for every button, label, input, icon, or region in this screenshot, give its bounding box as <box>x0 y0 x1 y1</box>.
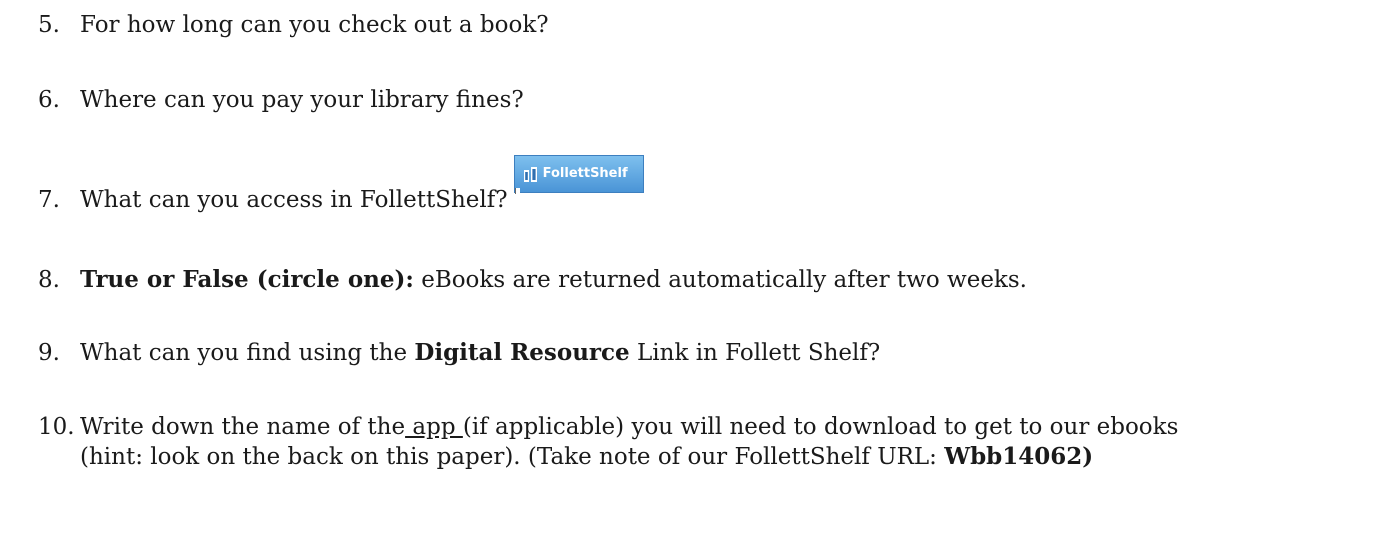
question-text-pre: What can you find using the <box>80 340 415 366</box>
question-number: 10. <box>38 414 75 440</box>
question-text: Where can you pay your library fines? <box>80 87 524 113</box>
question-10: 10. Write down the name of the app (if ap… <box>38 412 1178 472</box>
question-bold-text: True or False (circle one): <box>80 266 414 293</box>
question-9: 9. What can you find using the Digital Re… <box>38 338 880 368</box>
books-icon <box>523 167 537 182</box>
question-8: 8. True or False (circle one): eBooks are… <box>38 265 1027 295</box>
image-edge <box>514 188 520 194</box>
question-line-1: 10. Write down the name of the app (if ap… <box>38 414 1178 440</box>
follettshelf-label: FollettShelf <box>542 166 628 181</box>
question-number: 5. <box>38 12 60 38</box>
question-number: 8. <box>38 267 60 293</box>
question-7: 7. What can you access in FollettShelf? F… <box>38 155 644 223</box>
question-6: 6. Where can you pay your library fines? <box>38 85 524 115</box>
question-text: eBooks are returned automatically after … <box>413 267 1027 293</box>
question-text-pre: Write down the name of the <box>80 414 406 440</box>
question-text-post: Link in Follett Shelf? <box>629 340 881 366</box>
question-bold-text: Digital Resource <box>414 339 630 366</box>
question-text: For how long can you check out a book? <box>80 12 549 38</box>
question-text-post: (if applicable) you will need to downloa… <box>462 414 1179 440</box>
follettshelf-url: Wbb14062) <box>944 443 1094 470</box>
question-hint-text: (hint: look on the back on this paper). … <box>80 444 945 470</box>
follettshelf-button-image: FollettShelf <box>513 155 644 194</box>
worksheet-page: 5. For how long can you check out a book?… <box>0 0 1395 533</box>
question-number: 9. <box>38 340 60 366</box>
question-5: 5. For how long can you check out a book? <box>38 10 549 40</box>
question-line-2: (hint: look on the back on this paper). … <box>38 442 1178 472</box>
question-text: What can you access in FollettShelf? <box>80 187 508 213</box>
question-underlined-text: app <box>405 414 463 440</box>
question-number: 7. <box>38 187 60 213</box>
question-number: 6. <box>38 87 60 113</box>
